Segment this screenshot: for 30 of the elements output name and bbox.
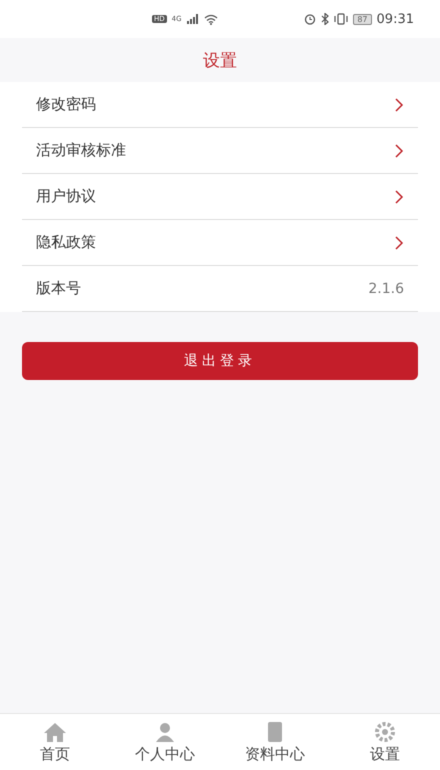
setting-label: 活动审核标准	[36, 141, 126, 160]
tab[interactable]: 首页	[0, 714, 110, 770]
chevron-icon	[394, 144, 404, 158]
setting-label: 版本号	[36, 279, 81, 298]
chevron-icon	[394, 98, 404, 112]
setting-label: 用户协议	[36, 187, 96, 206]
wifi-icon	[204, 14, 218, 24]
alarm-icon	[304, 13, 316, 25]
tab[interactable]: 设置	[330, 714, 440, 770]
signal-icon	[186, 14, 199, 24]
person-icon	[153, 720, 177, 742]
chevron-icon	[394, 236, 404, 250]
bluetooth-icon	[321, 13, 330, 25]
clock: 09:31	[376, 12, 414, 26]
settings-row[interactable]: 修改密码	[22, 82, 418, 128]
setting-label: 隐私政策	[36, 233, 96, 252]
chevron-icon	[394, 190, 404, 204]
home-icon	[43, 720, 67, 742]
setting-label: 修改密码	[36, 95, 96, 114]
settings-row[interactable]: 隐私政策	[22, 220, 418, 266]
version-value: 2.1.6	[368, 280, 404, 296]
battery-icon: 87	[353, 14, 372, 24]
tab[interactable]: 资料中心	[220, 714, 330, 770]
vibrate-icon	[334, 13, 348, 25]
settings-row[interactable]: 活动审核标准	[22, 128, 418, 174]
settings-row[interactable]: 用户协议	[22, 174, 418, 220]
settings-icon	[373, 720, 397, 742]
logout-button[interactable]: 退出登录	[22, 342, 418, 380]
tab[interactable]: 个人中心	[110, 714, 220, 770]
page-title: 设置	[203, 50, 237, 72]
